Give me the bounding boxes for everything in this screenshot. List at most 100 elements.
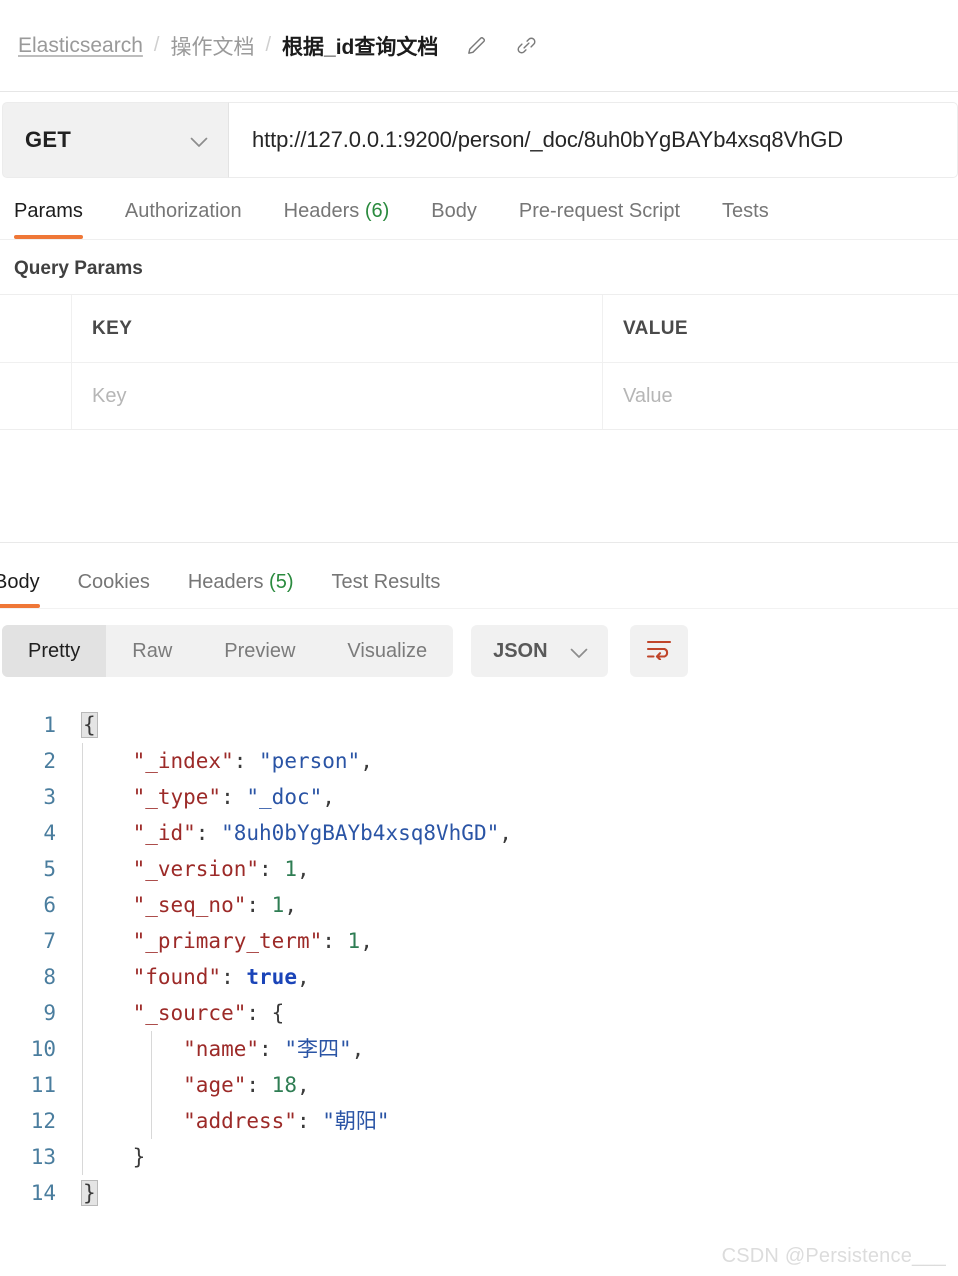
response-tab-body[interactable]: Body (0, 571, 40, 608)
view-mode-visualize[interactable]: Visualize (321, 625, 453, 677)
tab-pre-request-script[interactable]: Pre-request Script (519, 200, 680, 239)
line-number: 6 (43, 893, 56, 917)
code-line: 10 "name": "李四", (0, 1031, 958, 1067)
code-token-punct: , (322, 785, 335, 809)
tab-authorization[interactable]: Authorization (125, 200, 242, 239)
watermark: CSDN @Persistence___ (721, 1245, 946, 1267)
response-format-toolbar: Pretty Raw Preview Visualize JSON (0, 609, 958, 691)
line-number: 1 (43, 713, 56, 737)
url-input-value: http://127.0.0.1:9200/person/_doc/8uh0bY… (252, 127, 844, 152)
response-tab-cookies-label: Cookies (77, 571, 150, 593)
indent-guide (82, 1139, 83, 1175)
line-number: 5 (43, 857, 56, 881)
breadcrumb-folder-link[interactable]: 操作文档 (170, 31, 254, 61)
column-header-key: KEY (72, 295, 603, 362)
indent-guide (82, 851, 83, 887)
code-token-punct: : (259, 857, 285, 881)
code-token-key: "_index" (132, 749, 234, 773)
param-key-input[interactable]: Key (72, 363, 603, 429)
response-tab-headers-label: Headers (187, 571, 264, 593)
word-wrap-icon (645, 638, 673, 665)
code-token-punct: , (360, 929, 373, 953)
line-number: 11 (30, 1073, 56, 1097)
http-method-label: GET (25, 127, 72, 152)
code-line-text: "_seq_no": 1, (72, 887, 297, 923)
code-line: 4 "_id": "8uh0bYgBAYb4xsq8VhGD", (0, 815, 958, 851)
code-token-punct: , (296, 965, 310, 989)
code-line-text: } (72, 1175, 98, 1211)
response-body-code[interactable]: 1{2 "_index": "person", 3 "_type": "_doc"… (0, 691, 958, 1211)
tab-headers-count: (6) (364, 200, 390, 222)
code-line: 13 } (0, 1139, 958, 1175)
view-mode-preview[interactable]: Preview (198, 625, 321, 677)
code-token-key: "_id" (132, 821, 196, 845)
line-number: 12 (30, 1109, 56, 1133)
line-number: 7 (43, 929, 56, 953)
indent-guide (82, 779, 83, 815)
code-line-text: "_type": "_doc", (72, 779, 335, 815)
code-line: 7 "_primary_term": 1, (0, 923, 958, 959)
request-url-row: GET http://127.0.0.1:9200/person/_doc/8u… (0, 102, 958, 178)
code-token-punct: : (221, 785, 247, 809)
code-token-punct: , (499, 821, 512, 845)
indent-guide (151, 1067, 152, 1103)
response-tab-cookies[interactable]: Cookies (78, 571, 150, 608)
line-number: 8 (43, 965, 56, 989)
param-value-placeholder: Value (623, 384, 673, 407)
response-format-label: JSON (493, 639, 548, 662)
response-tab-body-label: Body (0, 571, 40, 593)
code-token-str: "朝阳" (322, 1109, 390, 1133)
code-line: 12 "address": "朝阳" (0, 1103, 958, 1139)
code-line-text: "_primary_term": 1, (72, 923, 373, 959)
code-line-text: "_id": "8uh0bYgBAYb4xsq8VhGD", (72, 815, 512, 851)
tab-tests[interactable]: Tests (722, 200, 769, 239)
code-token-str: "8uh0bYgBAYb4xsq8VhGD" (221, 821, 500, 845)
response-tab-headers-count: (5) (269, 571, 294, 593)
response-format-dropdown[interactable]: JSON (471, 625, 608, 677)
indent-guide (82, 995, 83, 1031)
line-number: 10 (30, 1037, 56, 1061)
code-token-punct: , (296, 857, 310, 881)
url-input[interactable]: http://127.0.0.1:9200/person/_doc/8uh0bY… (228, 102, 958, 178)
code-line-text: } (72, 1139, 145, 1175)
tab-authorization-label: Authorization (124, 200, 242, 222)
code-token-key: "_source" (132, 1001, 247, 1025)
param-key-placeholder: Key (92, 384, 127, 407)
code-token-key: "_seq_no" (132, 893, 247, 917)
tab-headers[interactable]: Headers (6) (284, 200, 390, 239)
code-line: 1{ (0, 707, 958, 743)
word-wrap-button[interactable] (629, 625, 688, 677)
param-value-input[interactable]: Value (603, 363, 958, 429)
code-token-punct: : (246, 893, 272, 917)
response-tab-headers[interactable]: Headers (5) (188, 571, 294, 608)
tab-pre-request-script-label: Pre-request Script (518, 200, 681, 222)
http-method-dropdown[interactable]: GET (2, 102, 228, 178)
indent-guide (82, 887, 83, 923)
breadcrumb-root-link[interactable]: Elasticsearch (18, 34, 143, 58)
code-line: 8 "found": true, (0, 959, 958, 995)
code-token-key: "name" (183, 1037, 260, 1061)
code-token-punct: : (246, 1001, 272, 1025)
tab-body[interactable]: Body (431, 200, 477, 239)
code-token-punct: : (195, 821, 222, 845)
view-mode-raw-label: Raw (132, 639, 173, 662)
view-mode-raw[interactable]: Raw (106, 625, 198, 677)
tab-params[interactable]: Params (14, 200, 83, 239)
code-token-bool: true (246, 965, 297, 989)
row-checkbox[interactable] (0, 363, 72, 429)
response-tab-test-results[interactable]: Test Results (331, 571, 440, 608)
indent-guide (82, 1031, 83, 1067)
code-token-key: "address" (183, 1109, 297, 1133)
link-icon[interactable] (514, 34, 538, 58)
code-line: 9 "_source": { (0, 995, 958, 1031)
pencil-icon[interactable] (464, 34, 488, 58)
code-line-text: "_version": 1, (72, 851, 310, 887)
view-mode-pretty[interactable]: Pretty (2, 625, 107, 677)
table-header-row: KEY VALUE (0, 295, 958, 362)
view-mode-group: Pretty Raw Preview Visualize (2, 625, 454, 677)
code-token-num: 1 (271, 893, 285, 917)
view-mode-visualize-label: Visualize (347, 639, 428, 662)
request-tab-bar: Params Authorization Headers (6) Body Pr… (0, 178, 958, 240)
breadcrumb-separator-2: / (265, 34, 272, 56)
code-token-punct: : (322, 929, 348, 953)
